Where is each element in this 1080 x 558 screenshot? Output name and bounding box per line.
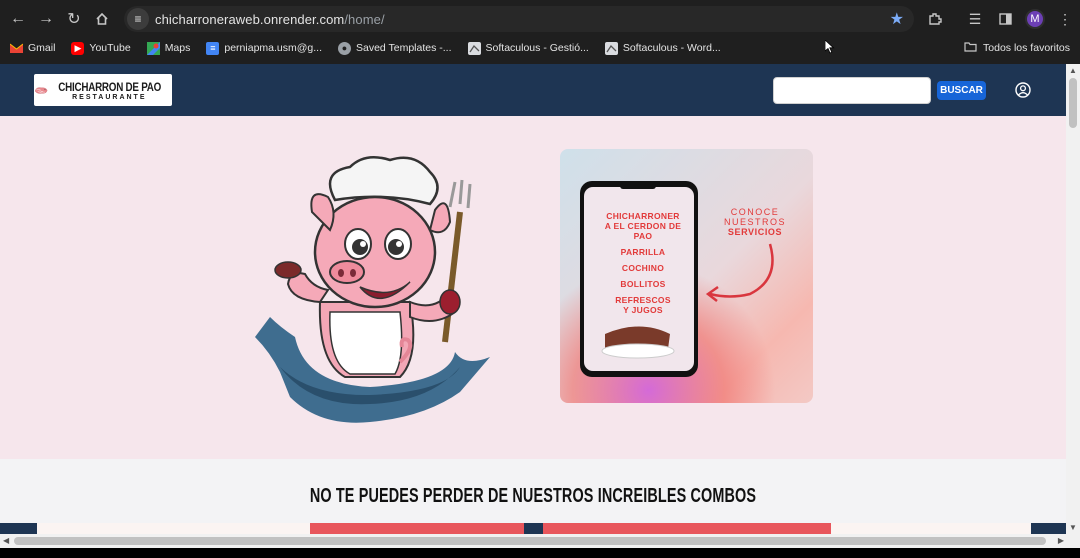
services-promo-image: CHICHARRONER A EL CERDON DE PAO PARRILLA… [560, 149, 813, 403]
avatar: M [1025, 9, 1045, 29]
promo-line: REFRESCOS [615, 295, 671, 305]
bookmark-saved-templates[interactable]: ● Saved Templates -... [338, 41, 452, 55]
menu-kebab-icon[interactable]: ⋮ [1050, 5, 1080, 33]
bottom-edge [0, 548, 1080, 558]
vertical-scrollbar[interactable]: ▲ ▼ [1066, 64, 1080, 534]
promo-line: A EL CERDON DE [604, 221, 682, 231]
bookmark-label: Gmail [28, 42, 56, 54]
promo-side-line: NUESTROS [723, 217, 786, 227]
url-text[interactable]: chicharroneraweb.onrender.com/home/ [155, 12, 385, 27]
search-button[interactable]: BUSCAR [937, 81, 986, 100]
promo-menu-list: CHICHARRONER A EL CERDON DE PAO PARRILLA… [584, 211, 702, 315]
softaculous-icon [604, 41, 618, 55]
bookmark-label: Softaculous - Gestió... [485, 42, 589, 54]
home-icon[interactable] [88, 5, 116, 33]
scroll-down-icon[interactable]: ▼ [1069, 523, 1077, 532]
forward-icon[interactable]: → [32, 5, 60, 33]
pig-chef-mascot-image [255, 155, 490, 423]
back-icon[interactable]: ← [4, 5, 32, 33]
logo-subtitle: RESTAURANTE [72, 93, 147, 101]
promo-line: PAO [633, 231, 653, 241]
mouse-cursor-icon [825, 40, 835, 54]
logo-title: CHICHARRON DE PAO [57, 79, 161, 94]
toolbar-actions: ☰ M ⋮ [920, 4, 1080, 34]
address-bar[interactable]: ≡ chicharroneraweb.onrender.com/home/ ★ [124, 6, 914, 32]
bookmark-softaculous-gestion[interactable]: Softaculous - Gestió... [467, 41, 589, 55]
site-settings-icon[interactable]: ≡ [127, 8, 149, 30]
promo-side-text: CONOCE NUESTROS SERVICIOS [710, 207, 800, 237]
gmail-icon [10, 42, 23, 55]
youtube-icon: ▶ [71, 41, 85, 55]
side-panel-icon[interactable] [990, 5, 1020, 33]
bookmark-label: YouTube [89, 42, 131, 54]
combos-section: NO TE PUEDES PERDER DE NUESTROS INCREIBL… [0, 459, 1066, 534]
horizontal-scrollbar[interactable]: ◀ ▶ [0, 534, 1080, 548]
url-path: /home/ [344, 11, 385, 27]
site-header: CHICHARRON DE PAO RESTAURANTE BUSCAR [0, 64, 1066, 116]
bookmark-label: Maps [164, 42, 191, 54]
scroll-up-icon[interactable]: ▲ [1069, 66, 1077, 75]
bookmarks-bar: Gmail ▶ YouTube Maps ≡ perniapma.usm@g..… [0, 36, 1080, 60]
horizontal-scroll-thumb[interactable] [14, 537, 1046, 545]
bookmark-docs[interactable]: ≡ perniapma.usm@g... [206, 41, 322, 55]
promo-side-line: SERVICIOS [727, 227, 783, 237]
scroll-left-icon[interactable]: ◀ [3, 536, 9, 545]
vertical-scroll-thumb[interactable] [1069, 78, 1077, 128]
bookmark-softaculous-word[interactable]: Softaculous - Word... [604, 41, 721, 55]
bookmark-label: Saved Templates -... [356, 42, 452, 54]
site-logo[interactable]: CHICHARRON DE PAO RESTAURANTE [34, 74, 172, 106]
promo-line: COCHINO [621, 263, 665, 273]
promo-line: BOLLITOS [620, 279, 666, 289]
folder-icon [964, 41, 977, 55]
globe-icon: ● [338, 41, 351, 55]
profile-button[interactable]: M [1020, 5, 1050, 33]
page-viewport: CHICHARRON DE PAO RESTAURANTE BUSCAR CHI… [0, 64, 1066, 534]
user-account-icon[interactable] [1015, 82, 1031, 98]
bookmark-label: perniapma.usm@g... [224, 42, 322, 54]
search-input[interactable] [773, 77, 931, 104]
promo-side-line: CONOCE [730, 207, 780, 217]
bookmark-maps[interactable]: Maps [146, 41, 191, 55]
browser-toolbar: ← → ↻ ≡ chicharroneraweb.onrender.com/ho… [0, 4, 1080, 34]
docs-icon: ≡ [206, 41, 220, 55]
combo-cards-preview [0, 523, 1066, 534]
combos-heading: NO TE PUEDES PERDER DE NUESTROS INCREIBL… [309, 485, 757, 507]
promo-line: Y JUGOS [623, 305, 663, 315]
all-bookmarks-folder[interactable]: Todos los favoritos [964, 36, 1070, 60]
promo-line: CHICHARRONER [606, 211, 680, 221]
maps-icon [146, 41, 160, 55]
hero-section: CHICHARRONER A EL CERDON DE PAO PARRILLA… [0, 116, 1066, 459]
media-control-icon[interactable]: ☰ [960, 5, 990, 33]
url-host: chicharroneraweb.onrender.com [155, 11, 345, 27]
scroll-right-icon[interactable]: ▶ [1058, 536, 1064, 545]
bookmark-gmail[interactable]: Gmail [10, 42, 55, 55]
browser-window: ← → ↻ ≡ chicharroneraweb.onrender.com/ho… [0, 0, 1080, 558]
reload-icon[interactable]: ↻ [60, 5, 88, 33]
promo-line: PARRILLA [620, 247, 666, 257]
bookmark-star-icon[interactable]: ★ [890, 9, 904, 29]
bookmark-youtube[interactable]: ▶ YouTube [71, 41, 131, 55]
folder-label: Todos los favoritos [983, 42, 1070, 54]
softaculous-icon [467, 41, 481, 55]
extensions-icon[interactable] [920, 5, 950, 33]
bookmark-label: Softaculous - Word... [622, 42, 721, 54]
